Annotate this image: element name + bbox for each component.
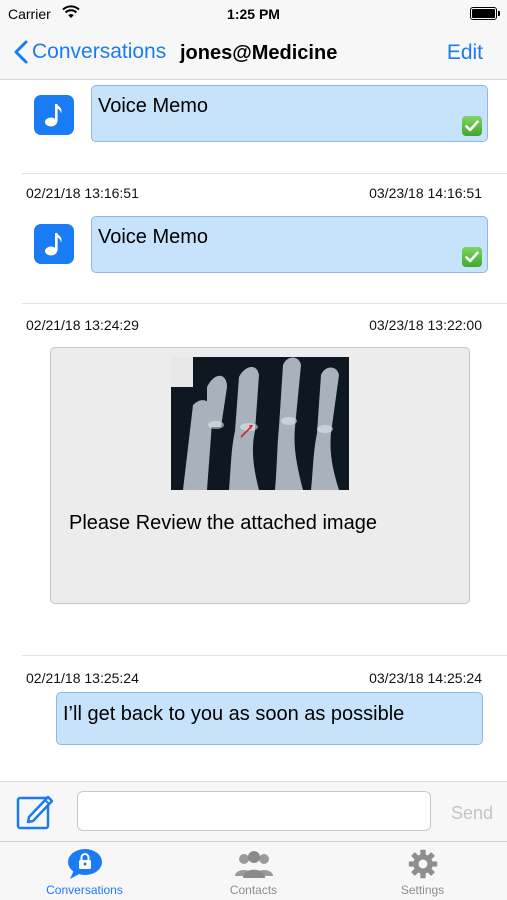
music-note-icon[interactable] <box>34 224 74 264</box>
tab-label: Settings <box>400 883 445 897</box>
image-message-card[interactable]: Please Review the attached image <box>50 347 470 604</box>
voice-memo-label: Voice Memo <box>98 95 209 117</box>
back-button[interactable]: Conversations <box>14 40 166 64</box>
message-text: I’ll get back to you as soon as possible <box>63 703 405 725</box>
battery-icon <box>470 7 500 20</box>
status-bar: Carrier 1:25 PM <box>0 0 507 28</box>
tab-contacts[interactable]: Contacts <box>169 842 338 900</box>
voice-memo-label: Voice Memo <box>98 226 209 248</box>
compose-icon[interactable] <box>15 792 55 837</box>
received-timestamp: 03/23/18 14:16:51 <box>369 185 482 201</box>
compose-bar: Send <box>0 781 507 841</box>
tab-label: Conversations <box>46 883 123 897</box>
divider <box>22 303 507 304</box>
tab-label: Contacts <box>229 883 278 897</box>
sent-timestamp: 02/21/18 13:25:24 <box>26 670 139 686</box>
edit-button[interactable]: Edit <box>447 41 483 65</box>
image-caption: Please Review the attached image <box>69 512 377 534</box>
chevron-left-icon <box>14 40 28 64</box>
gear-icon <box>408 849 437 879</box>
text-message-bubble[interactable]: I’ll get back to you as soon as possible <box>56 692 483 745</box>
clock: 1:25 PM <box>227 6 280 22</box>
received-timestamp: 03/23/18 13:22:00 <box>369 317 482 333</box>
voice-memo-bubble[interactable]: Voice Memo <box>91 216 488 273</box>
tab-conversations[interactable]: Conversations <box>0 842 169 900</box>
chat-lock-icon <box>67 849 102 879</box>
send-button[interactable]: Send <box>451 803 493 824</box>
voice-memo-bubble[interactable]: Voice Memo <box>91 85 488 142</box>
contacts-icon <box>234 851 273 878</box>
sent-timestamp: 02/21/18 13:24:29 <box>26 317 139 333</box>
sent-timestamp: 02/21/18 13:16:51 <box>26 185 139 201</box>
tab-bar: Conversations Contacts Settings <box>0 841 507 900</box>
music-note-icon[interactable] <box>34 95 74 135</box>
page-title: jones@Medicine <box>180 42 338 64</box>
navigation-bar: Conversations jones@Medicine Edit <box>0 28 507 80</box>
tab-settings[interactable]: Settings <box>338 842 507 900</box>
message-input[interactable] <box>77 791 431 831</box>
xray-image[interactable] <box>171 357 349 490</box>
divider <box>22 173 507 174</box>
divider <box>22 655 507 656</box>
message-list[interactable]: Voice Memo 02/21/18 13:16:51 03/23/18 14… <box>0 81 507 781</box>
delivered-check-icon <box>462 247 482 267</box>
back-button-label: Conversations <box>32 40 167 63</box>
received-timestamp: 03/23/18 14:25:24 <box>369 670 482 686</box>
delivered-check-icon <box>462 116 482 136</box>
